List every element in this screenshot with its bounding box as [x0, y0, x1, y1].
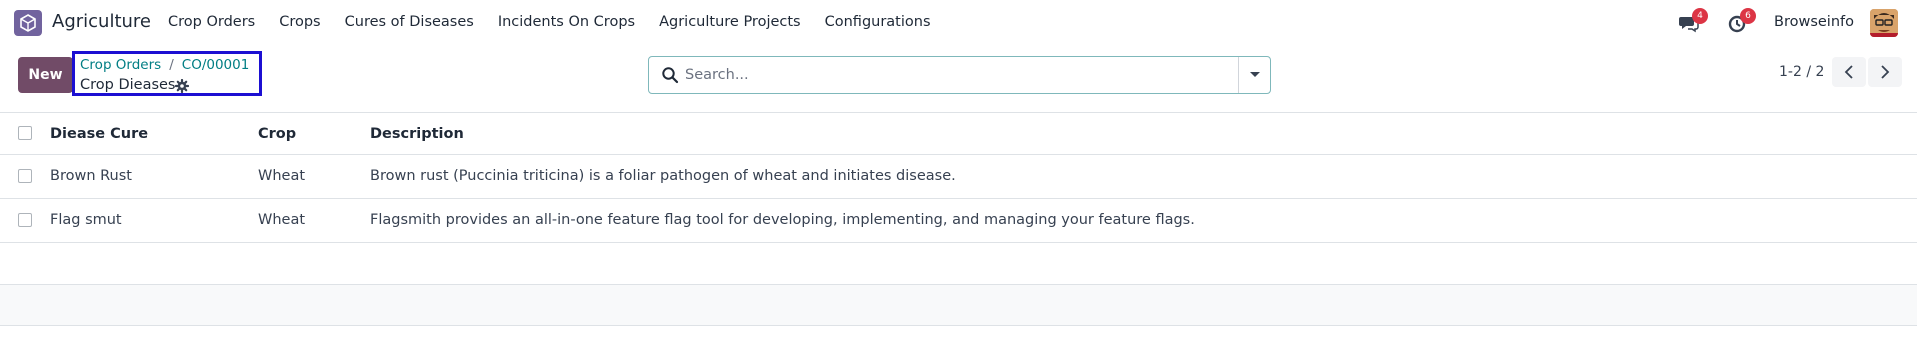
search-options-toggle[interactable]: [1238, 57, 1270, 93]
user-avatar-icon: [1870, 9, 1898, 37]
search-icon: [661, 66, 679, 84]
new-button[interactable]: New: [18, 57, 73, 93]
chevron-left-icon: [1844, 65, 1853, 79]
cell-crop: Wheat: [258, 168, 306, 184]
breadcrumb-crop-orders[interactable]: Crop Orders: [80, 57, 161, 73]
table-row[interactable]: Brown Rust Wheat Brown rust (Puccinia tr…: [0, 154, 1917, 198]
cell-disease-cure: Brown Rust: [50, 168, 132, 184]
row-checkbox[interactable]: [18, 169, 32, 183]
column-header-description[interactable]: Description: [370, 126, 464, 142]
column-header-disease-cure[interactable]: Diease Cure: [50, 126, 148, 142]
caret-down-icon: [1249, 72, 1260, 77]
messages-badge: 4: [1692, 8, 1708, 24]
cell-description: Brown rust (Puccinia triticina) is a fol…: [370, 168, 956, 184]
pager-next-button[interactable]: [1868, 57, 1902, 87]
app-logo-icon[interactable]: [14, 10, 42, 36]
breadcrumb-separator: /: [169, 57, 174, 73]
column-header-crop[interactable]: Crop: [258, 126, 296, 142]
menu-cures-of-diseases[interactable]: Cures of Diseases: [345, 14, 474, 30]
menu-configurations[interactable]: Configurations: [825, 14, 931, 30]
app-name[interactable]: Agriculture: [52, 11, 151, 32]
activities-button[interactable]: 6: [1726, 8, 1756, 34]
empty-row: [0, 284, 1917, 326]
avatar[interactable]: [1870, 9, 1898, 37]
chevron-right-icon: [1881, 65, 1890, 79]
breadcrumb: Crop Orders / CO/00001 Crop Dieases: [72, 51, 262, 96]
cell-crop: Wheat: [258, 212, 306, 228]
cube-icon: [20, 14, 36, 32]
table-row[interactable]: Flag smut Wheat Flagsmith provides an al…: [0, 198, 1917, 242]
list-table: Diease Cure Crop Description Brown Rust …: [0, 112, 1917, 326]
page-title: Crop Dieases: [80, 77, 176, 93]
menu-agriculture-projects[interactable]: Agriculture Projects: [659, 14, 801, 30]
cell-disease-cure: Flag smut: [50, 212, 122, 228]
breadcrumb-trail: Crop Orders / CO/00001: [80, 57, 249, 73]
pager-value[interactable]: 1-2 / 2: [1779, 64, 1824, 80]
table-header: Diease Cure Crop Description: [0, 112, 1917, 154]
empty-row: [0, 242, 1917, 284]
select-all-checkbox[interactable]: [18, 126, 32, 140]
user-menu-name[interactable]: Browseinfo: [1774, 14, 1854, 30]
menu-crop-orders[interactable]: Crop Orders: [168, 14, 255, 30]
pager-previous-button[interactable]: [1832, 57, 1866, 87]
breadcrumb-record[interactable]: CO/00001: [182, 57, 250, 73]
activities-badge: 6: [1740, 8, 1756, 24]
cell-description: Flagsmith provides an all-in-one feature…: [370, 212, 1195, 228]
top-navbar: Agriculture Crop Orders Crops Cures of D…: [0, 0, 1917, 46]
search-bar: [648, 56, 1271, 94]
menu-crops[interactable]: Crops: [279, 14, 320, 30]
row-checkbox[interactable]: [18, 213, 32, 227]
search-input[interactable]: [685, 63, 1215, 87]
menu-incidents-on-crops[interactable]: Incidents On Crops: [498, 14, 635, 30]
messages-button[interactable]: 4: [1678, 8, 1708, 34]
gear-icon[interactable]: [174, 78, 190, 94]
main-menu: Crop Orders Crops Cures of Diseases Inci…: [168, 14, 955, 30]
